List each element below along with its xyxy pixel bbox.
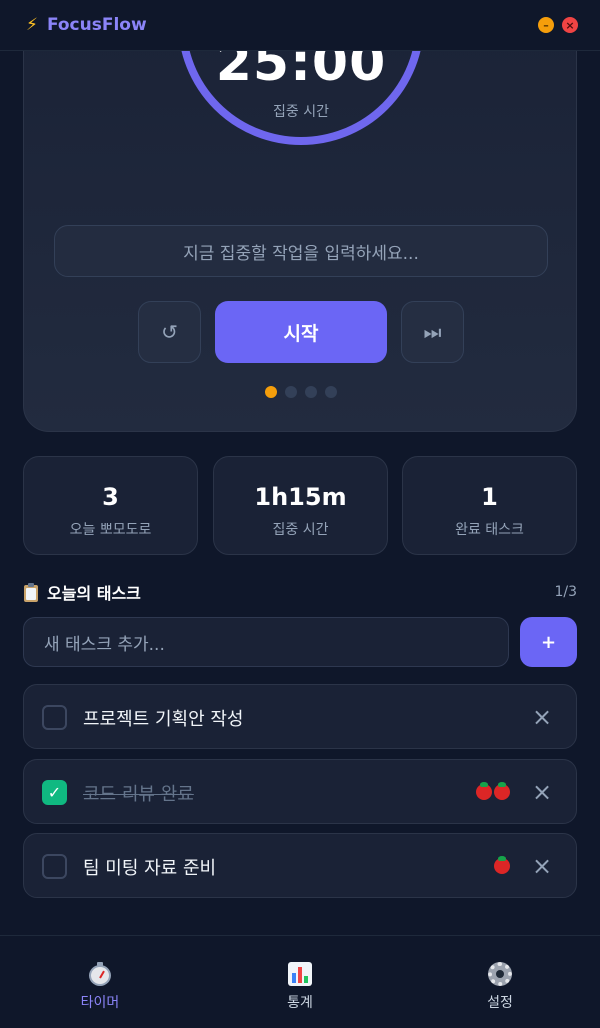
- remove-task-button[interactable]: ×: [530, 852, 554, 880]
- stat-value: 1h15m: [254, 483, 347, 511]
- timer-card: 25:00 집중 시간 지금 집중할 작업을 입력하세요... ↺ 시작 ⏭: [23, 0, 577, 432]
- reset-button[interactable]: ↺: [138, 301, 201, 363]
- tomato-icon: [494, 782, 510, 800]
- minimize-icon[interactable]: –: [538, 17, 554, 33]
- tomato-icon: [476, 782, 492, 800]
- session-dot: [325, 386, 337, 398]
- nav-label: 타이머: [80, 995, 120, 1011]
- task-item[interactable]: ✓ 코드 리뷰 완료 ×: [23, 759, 577, 824]
- stat-label: 집중 시간: [272, 522, 329, 538]
- nav-item-settings[interactable]: 설정: [400, 936, 600, 1028]
- task-text: 팀 미팅 자료 준비: [83, 858, 217, 879]
- tasks-header: 오늘의 태스크 1/3: [23, 580, 577, 604]
- task-checkbox[interactable]: [42, 705, 67, 730]
- bar-chart-icon: [288, 962, 312, 986]
- nav-item-timer[interactable]: 타이머: [0, 936, 200, 1028]
- stat-label: 완료 태스크: [455, 522, 524, 538]
- nav-label: 통계: [287, 995, 313, 1011]
- task-pomodoros: [476, 782, 510, 800]
- tomato-icon: [494, 856, 510, 874]
- task-item[interactable]: 프로젝트 기획안 작성 ×: [23, 684, 577, 749]
- stat-pomodoros: 3 오늘 뽀모도로: [23, 456, 198, 555]
- title-bar: ⚡ FocusFlow – ×: [0, 0, 600, 51]
- lightning-icon: ⚡: [26, 15, 38, 35]
- new-task-input[interactable]: 새 태스크 추가...: [23, 617, 509, 667]
- session-dot: [305, 386, 317, 398]
- session-dot: [285, 386, 297, 398]
- reset-icon: ↺: [161, 320, 178, 344]
- timer-controls: ↺ 시작 ⏭: [24, 301, 576, 363]
- task-text: 프로젝트 기획안 작성: [83, 709, 244, 730]
- stat-label: 오늘 뽀모도로: [69, 522, 152, 538]
- stat-value: 3: [102, 483, 119, 511]
- tasks-count: 1/3: [554, 584, 577, 600]
- bottom-nav: 타이머 통계 설정: [0, 935, 600, 1028]
- task-checkbox[interactable]: ✓: [42, 780, 67, 805]
- clipboard-icon: [23, 582, 39, 602]
- skip-icon: ⏭: [423, 320, 442, 344]
- add-task-button[interactable]: +: [520, 617, 577, 667]
- tasks-title-text: 오늘의 태스크: [47, 584, 141, 603]
- gear-icon: [488, 962, 512, 986]
- remove-task-button[interactable]: ×: [530, 778, 554, 806]
- focus-task-input[interactable]: 지금 집중할 작업을 입력하세요...: [54, 225, 548, 277]
- task-checkbox[interactable]: [42, 854, 67, 879]
- nav-label: 설정: [487, 995, 513, 1011]
- timer-mode-label: 집중 시간: [273, 104, 329, 120]
- close-icon[interactable]: ×: [562, 17, 578, 33]
- window-controls: – ×: [538, 17, 578, 33]
- skip-button[interactable]: ⏭: [401, 301, 464, 363]
- stat-completed-tasks: 1 완료 태스크: [402, 456, 577, 555]
- app-name: FocusFlow: [46, 15, 147, 35]
- task-text: 코드 리뷰 완료: [83, 784, 194, 805]
- brand: ⚡ FocusFlow: [26, 15, 147, 35]
- nav-item-stats[interactable]: 통계: [200, 936, 400, 1028]
- start-button[interactable]: 시작: [215, 301, 387, 363]
- stat-focus-time: 1h15m 집중 시간: [213, 456, 388, 555]
- task-pomodoros: [494, 856, 510, 874]
- remove-task-button[interactable]: ×: [530, 703, 554, 731]
- task-item[interactable]: 팀 미팅 자료 준비 ×: [23, 833, 577, 898]
- stat-value: 1: [481, 483, 498, 511]
- stopwatch-icon: [89, 962, 111, 986]
- tasks-title: 오늘의 태스크: [23, 580, 141, 604]
- session-dot: [265, 386, 277, 398]
- session-indicator: [24, 386, 576, 398]
